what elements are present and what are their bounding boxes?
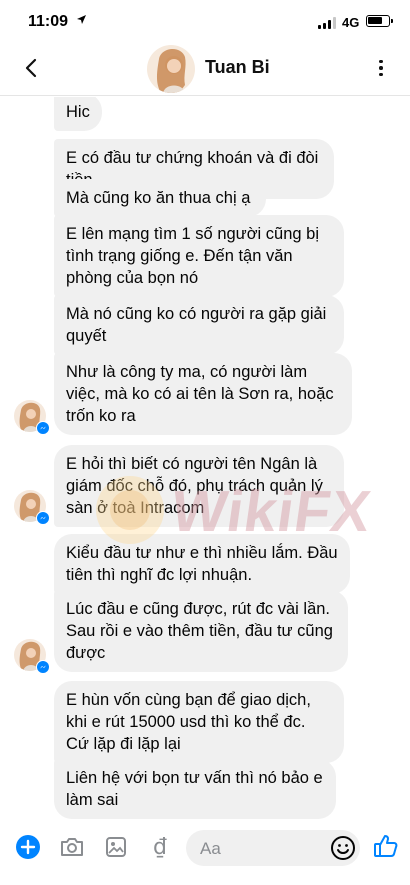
back-button[interactable] — [18, 55, 44, 81]
messenger-badge-icon — [36, 421, 50, 435]
sender-avatar[interactable] — [14, 639, 50, 674]
more-options-button[interactable] — [370, 56, 392, 80]
message-input-placeholder: Aa — [200, 839, 221, 858]
chevron-left-icon — [25, 58, 37, 78]
dong-icon: ₫ — [153, 834, 167, 860]
message-bubble[interactable]: Mà nó cũng ko có người ra gặp giải quyết — [54, 295, 344, 355]
contact-name[interactable]: Tuan Bi — [205, 57, 270, 78]
messenger-badge-icon — [36, 660, 50, 674]
message-input[interactable]: Aa — [186, 830, 360, 866]
sender-avatar[interactable] — [14, 490, 50, 525]
location-arrow-icon — [77, 15, 86, 24]
message-composer: ₫ Aa — [0, 820, 410, 885]
network-type: 4G — [342, 15, 360, 30]
conversation-header: Tuan Bi — [0, 40, 410, 96]
message-list[interactable]: Hic E có đầu tư chứng khoán và đi đòi ti… — [0, 97, 410, 820]
payment-button[interactable]: ₫ — [146, 833, 174, 861]
status-bar: 11:09 4G — [0, 0, 410, 40]
thumbs-up-icon — [374, 835, 398, 857]
messenger-badge-icon — [36, 511, 50, 525]
emoji-icon[interactable] — [330, 835, 356, 861]
message-bubble[interactable]: Như là công ty ma, có người làm việc, mà… — [54, 353, 352, 435]
message-bubble[interactable]: E hỏi thì biết có người tên Ngân là giám… — [54, 445, 344, 527]
plus-icon — [16, 835, 40, 859]
message-bubble[interactable]: E lên mạng tìm 1 số người cũng bị tình t… — [54, 215, 344, 297]
message-bubble[interactable]: Mà cũng ko ăn thua chị ạ — [54, 179, 266, 217]
contact-avatar[interactable] — [147, 45, 195, 93]
more-vertical-icon — [379, 59, 383, 64]
camera-button[interactable] — [58, 833, 86, 861]
like-button[interactable] — [372, 832, 400, 860]
message-bubble[interactable]: Hic — [54, 97, 102, 131]
message-bubble[interactable]: Lúc đầu e cũng được, rút đc vài lần. Sau… — [54, 590, 348, 672]
signal-icon — [318, 17, 336, 29]
sender-avatar[interactable] — [14, 400, 50, 435]
message-bubble[interactable]: Kiểu đầu tư như e thì nhiều lắm. Đầu tiê… — [54, 534, 350, 594]
image-icon — [106, 837, 126, 857]
message-bubble[interactable]: E hùn vốn cùng bạn để giao dịch, khi e r… — [54, 681, 344, 763]
message-bubble[interactable]: Liên hệ với bọn tư vấn thì nó bảo e làm … — [54, 759, 336, 819]
camera-icon — [61, 838, 83, 856]
gallery-button[interactable] — [102, 833, 130, 861]
status-time: 11:09 — [28, 13, 69, 30]
add-button[interactable] — [14, 833, 42, 861]
battery-icon — [366, 15, 393, 27]
